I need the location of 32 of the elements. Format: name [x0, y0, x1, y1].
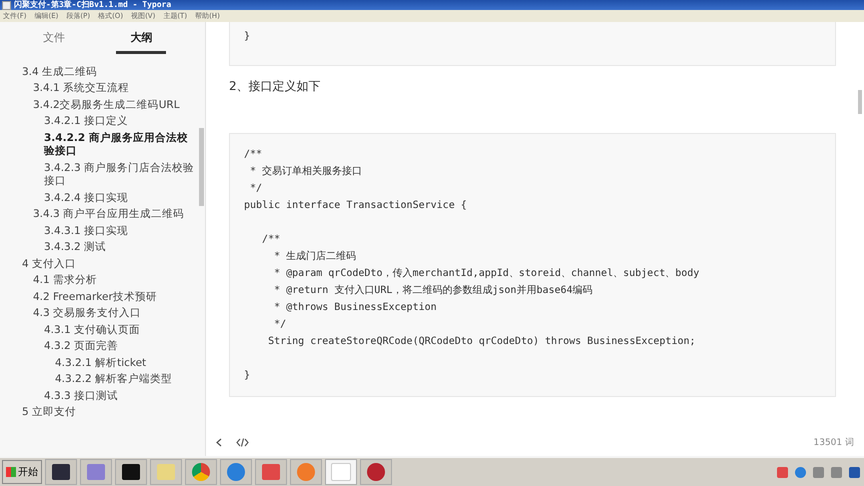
code-block: }	[229, 22, 836, 66]
start-button[interactable]: 开始	[2, 460, 42, 484]
outline-item[interactable]: 4.2 Freemarker技术预研	[33, 290, 195, 304]
code-block: /** * 交易订单相关服务接口 */ public interface TransactionService { /** * 生成门店二维码 * @param qrCodeDto，传入merchantId,appId、storeid、channel、subject、body * @return 支付入口URL，将二维码的参数组成json并用base64编码 * @throws BusinessException */ String createStoreQRCode(QRCodeDto qrCodeDto) throws BusinessException; }	[229, 133, 836, 397]
outline-item[interactable]: 4.3.2 页面完善	[44, 340, 195, 354]
paragraph: 2、接口定义如下	[229, 78, 322, 95]
document-icon	[2, 0, 11, 10]
outline-item[interactable]: 3.4.2.4 接口实现	[44, 192, 195, 205]
outline-item[interactable]: 4.3.3 接口测试	[44, 390, 195, 403]
outline-item[interactable]: 4.3 交易服务支付入口	[33, 307, 195, 320]
outline-item[interactable]: 5 立即支付	[22, 406, 195, 420]
window-title: 闪聚支付-第3章-C扫Bv1.1.md - Typora	[14, 0, 172, 10]
outline-item[interactable]: 3.4.2.2 商户服务应用合法校验接口	[44, 132, 195, 158]
outline-item[interactable]: 3.4 生成二维码	[22, 66, 195, 79]
outline-item[interactable]: 4 支付入口	[22, 258, 195, 271]
outline-item[interactable]: 4.3.1 支付确认页面	[44, 324, 195, 337]
outline-item[interactable]: 3.4.2交易服务生成二维码URL	[33, 98, 195, 112]
word-count: 13501 词	[814, 436, 854, 448]
sidebar-tab[interactable]: 大纲	[116, 30, 166, 54]
outline-item[interactable]: 3.4.1 系统交互流程	[33, 82, 195, 96]
scrollbar	[858, 90, 862, 114]
outline-item[interactable]: 3.4.3.1 接口实现	[44, 224, 195, 238]
outline-item[interactable]: 4.1 需求分析	[33, 274, 195, 288]
outline-item[interactable]: 4.3.2.2 解析客户端类型	[55, 373, 195, 386]
code-icon[interactable]	[236, 438, 249, 446]
outline-item[interactable]: 3.4.3 商户平台应用生成二维码	[33, 208, 195, 222]
outline-item[interactable]: 3.4.2.3 商户服务门店合法校验接口	[44, 162, 195, 188]
sidebar-tab[interactable]: 文件	[28, 30, 79, 51]
outline-item[interactable]: 4.3.2.1 解析ticket	[55, 356, 195, 370]
outline-item[interactable]: 3.4.2.1 接口定义	[44, 115, 195, 128]
outline-item[interactable]: 3.4.3.2 测试	[44, 241, 195, 254]
chevron-left-icon[interactable]	[216, 438, 222, 446]
